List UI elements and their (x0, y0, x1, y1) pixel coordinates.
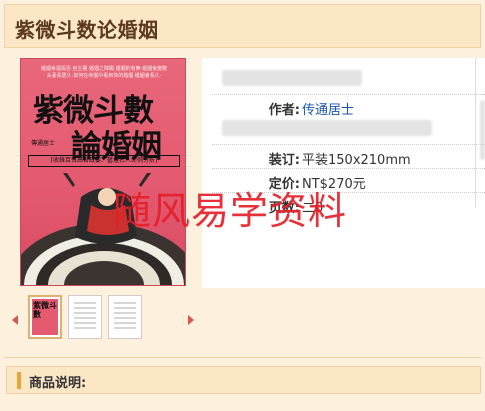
section-divider (4, 357, 481, 358)
cover-tagline: 婚姻幸福與否·自主權·婚姻之障礙·婚姻的有無·婚姻後變數 夫妻長居久·如何在命盤… (40, 66, 168, 79)
thumbnail-3[interactable] (108, 295, 142, 339)
binding-label: 装订: (268, 153, 300, 168)
blurred-field (222, 70, 362, 86)
thumbnail-title: 紫微斗數 (33, 300, 57, 319)
blurred-field (222, 120, 432, 136)
book-cover-image[interactable]: 婚姻幸福與否·自主權·婚姻之障礙·婚姻的有無·婚姻後變數 夫妻長居久·如何在命盤… (20, 58, 186, 286)
binding-value: 平装150x210mm (302, 153, 411, 168)
description-header: 商品说明: (6, 366, 481, 394)
thumb-prev-arrow-icon[interactable] (12, 315, 18, 325)
section-marker-icon (17, 372, 21, 389)
title-bar: 紫微斗数论婚姻 (4, 4, 481, 48)
cover-subtitle: [收錄百位高官政要、藝壇名人命例分析] (28, 155, 180, 167)
thumbnail-page-image (74, 302, 96, 332)
cover-author: 傳通居士 (31, 140, 56, 147)
thumbnail-page-image (114, 302, 136, 332)
author-link[interactable]: 传通居士 (302, 99, 354, 118)
thumbnail-1[interactable]: 紫微斗數 (28, 295, 62, 339)
page-title: 紫微斗数论婚姻 (15, 18, 159, 42)
binding-row: 装订: 平装150x210mm (212, 144, 485, 168)
author-label: 作者: (268, 103, 300, 118)
thumbnail-2[interactable] (68, 295, 102, 339)
author-row: 作者: 传通居士 (212, 94, 485, 118)
description-title: 商品说明: (29, 376, 87, 391)
watermark-text: 随风易学资料 (113, 189, 348, 233)
thumb-next-arrow-icon[interactable] (188, 315, 194, 325)
